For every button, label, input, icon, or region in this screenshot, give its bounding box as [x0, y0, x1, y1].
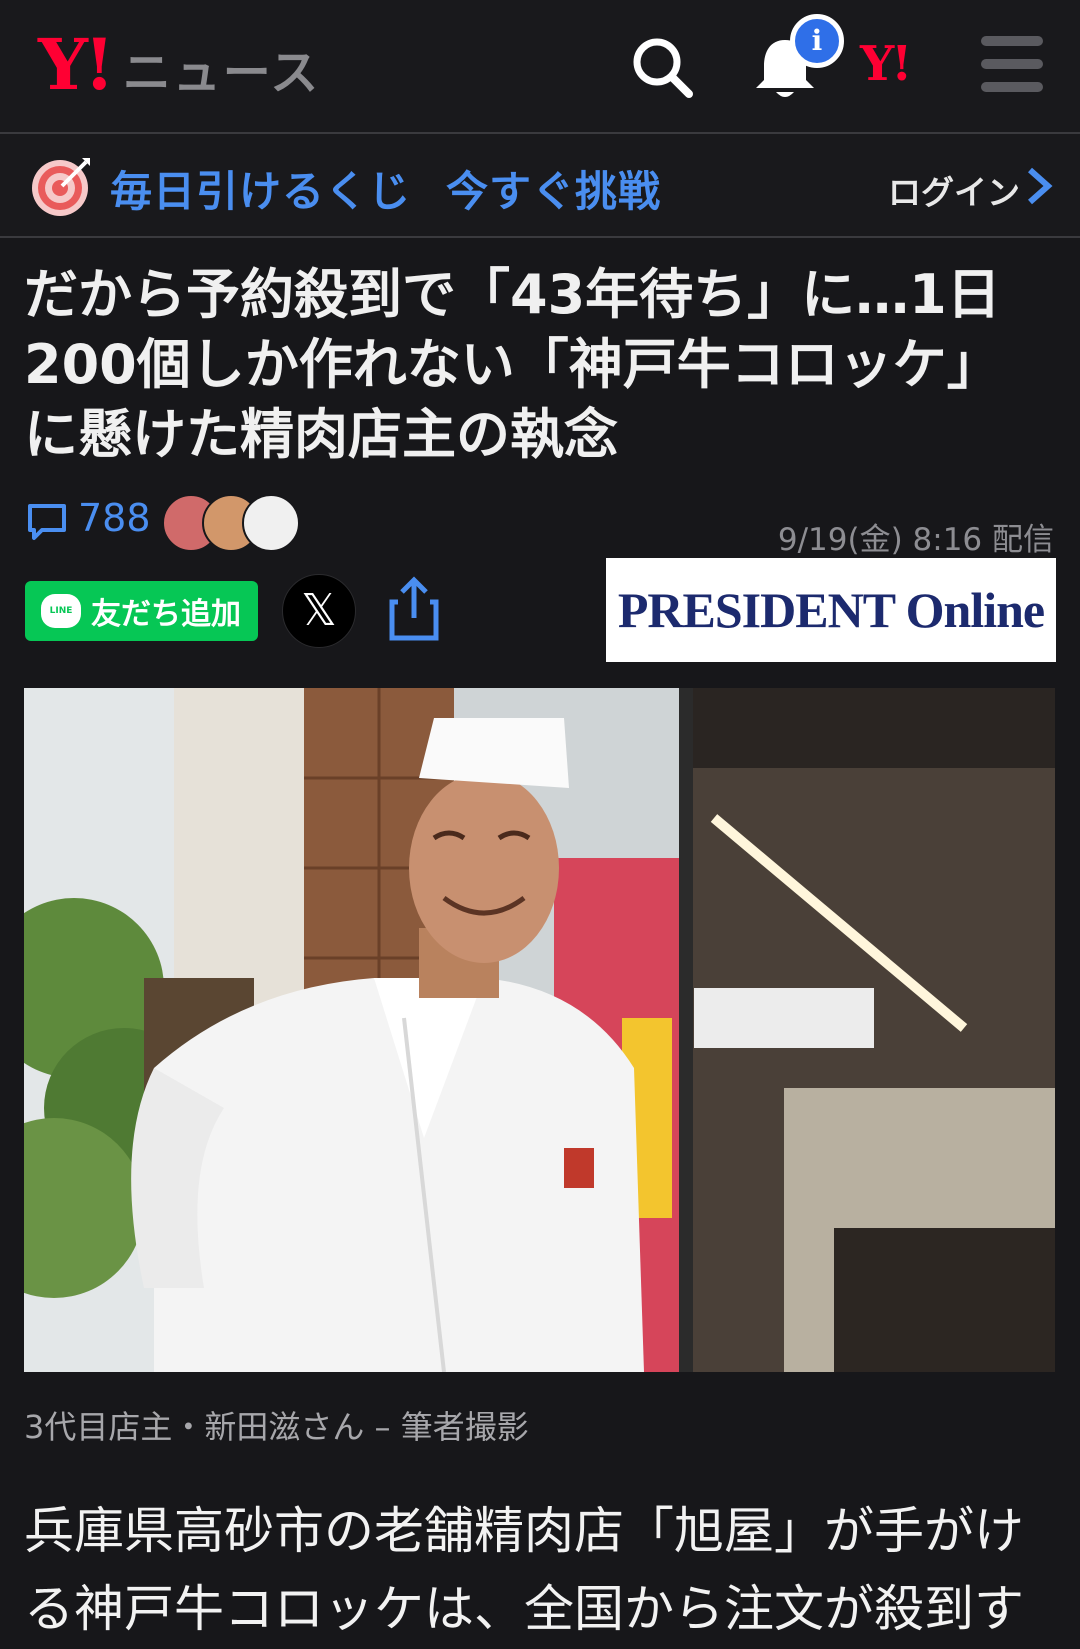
yahoo-japan-link[interactable]: Y!: [860, 36, 912, 92]
comment-icon[interactable]: [26, 500, 68, 542]
photo-caption: 3代目店主・新田滋さん – 筆者撮影: [24, 1408, 529, 1446]
article-photo[interactable]: [24, 688, 1055, 1372]
article-title: だから予約殺到で「43年待ち」に…1日200個しか作れない「神戸牛コロッケ」に懸…: [24, 263, 1001, 466]
publish-date: 9/19(金) 8:16 配信: [777, 522, 1054, 558]
line-add-friend-button[interactable]: LINE 友だち追加: [25, 581, 258, 641]
article-body: 兵庫県高砂市の老舗精肉店「旭屋」が手がける神戸牛コロッケは、全国から注文が殺到す: [24, 1502, 1024, 1638]
publisher-name: PRESIDENT Online: [617, 582, 1045, 638]
challenge-link[interactable]: 今すぐ挑戦: [446, 158, 661, 219]
comment-count[interactable]: 788: [78, 496, 151, 540]
logo-news: ニュース: [122, 45, 321, 101]
notification-badge[interactable]: i: [790, 14, 844, 68]
x-share-button[interactable]: 𝕏: [282, 574, 356, 648]
share-icon[interactable]: [388, 576, 440, 642]
avatar: [242, 494, 300, 552]
publisher-logo[interactable]: PRESIDENT Online: [606, 558, 1056, 662]
commenter-avatars[interactable]: [162, 494, 302, 552]
yahoo-news-logo[interactable]: Y! ニュース: [38, 30, 320, 103]
line-icon: LINE: [41, 594, 81, 628]
promo-bar: 毎日引けるくじ 今すぐ挑戦 ログイン: [0, 134, 1080, 238]
login-link[interactable]: ログイン: [888, 166, 1020, 214]
logo-y: Y!: [38, 23, 115, 106]
top-header: Y! ニュース i Y!: [0, 0, 1080, 134]
target-icon: [32, 158, 90, 216]
line-add-friend-label: 友だち追加: [91, 597, 241, 632]
search-icon[interactable]: [625, 30, 701, 106]
lottery-link[interactable]: 毎日引けるくじ: [110, 158, 411, 219]
chevron-right-icon[interactable]: [1022, 166, 1058, 206]
menu-icon[interactable]: [980, 36, 1044, 92]
